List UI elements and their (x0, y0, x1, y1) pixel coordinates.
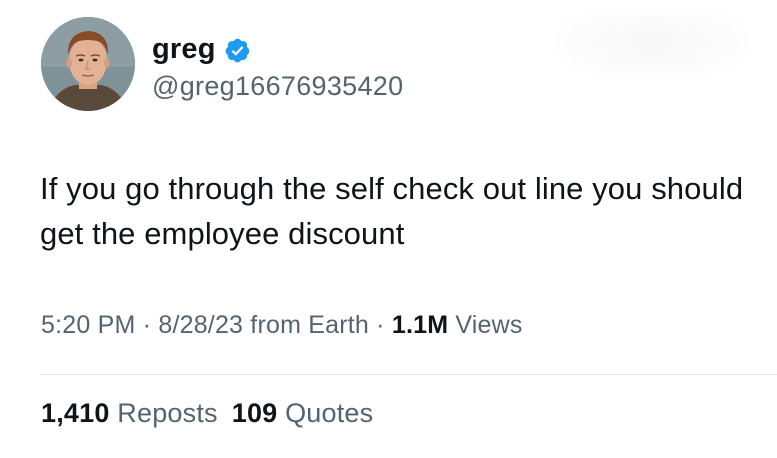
avatar-image (41, 17, 135, 111)
meta-separator: · (369, 311, 392, 339)
tweet-source: from Earth (243, 311, 370, 339)
engagement-stats: 1,410 Reposts 109 Quotes (41, 398, 373, 429)
tweet-time[interactable]: 5:20 PM (41, 311, 136, 339)
display-name-row: greg (152, 29, 403, 71)
divider (40, 374, 777, 375)
display-name[interactable]: greg (152, 33, 216, 66)
reposts-stat[interactable]: 1,410 Reposts (41, 398, 218, 428)
quotes-stat[interactable]: 109 Quotes (232, 398, 374, 428)
views-count[interactable]: 1.1M (392, 311, 448, 339)
quotes-label: Quotes (277, 398, 374, 428)
verified-badge-icon[interactable] (224, 37, 251, 64)
user-names: greg @greg16676935420 (152, 29, 403, 102)
quotes-count: 109 (231, 398, 278, 428)
avatar[interactable] (41, 17, 135, 111)
tweet-date[interactable]: 8/28/23 (158, 311, 243, 339)
user-handle[interactable]: @greg16676935420 (152, 71, 403, 102)
reposts-label: Reposts (109, 398, 218, 428)
tweet-meta: 5:20 PM · 8/28/23 from Earth · 1.1M View… (41, 311, 523, 340)
meta-separator: · (135, 311, 159, 339)
tweet-text: If you go through the self check out lin… (40, 171, 744, 251)
tweet-header: greg @greg16676935420 (41, 17, 403, 111)
reposts-count: 1,410 (41, 398, 110, 428)
views-label[interactable]: Views (448, 311, 522, 339)
blurred-region (557, 8, 747, 78)
tweet-card: greg @greg16676935420 If you go through … (0, 0, 777, 458)
